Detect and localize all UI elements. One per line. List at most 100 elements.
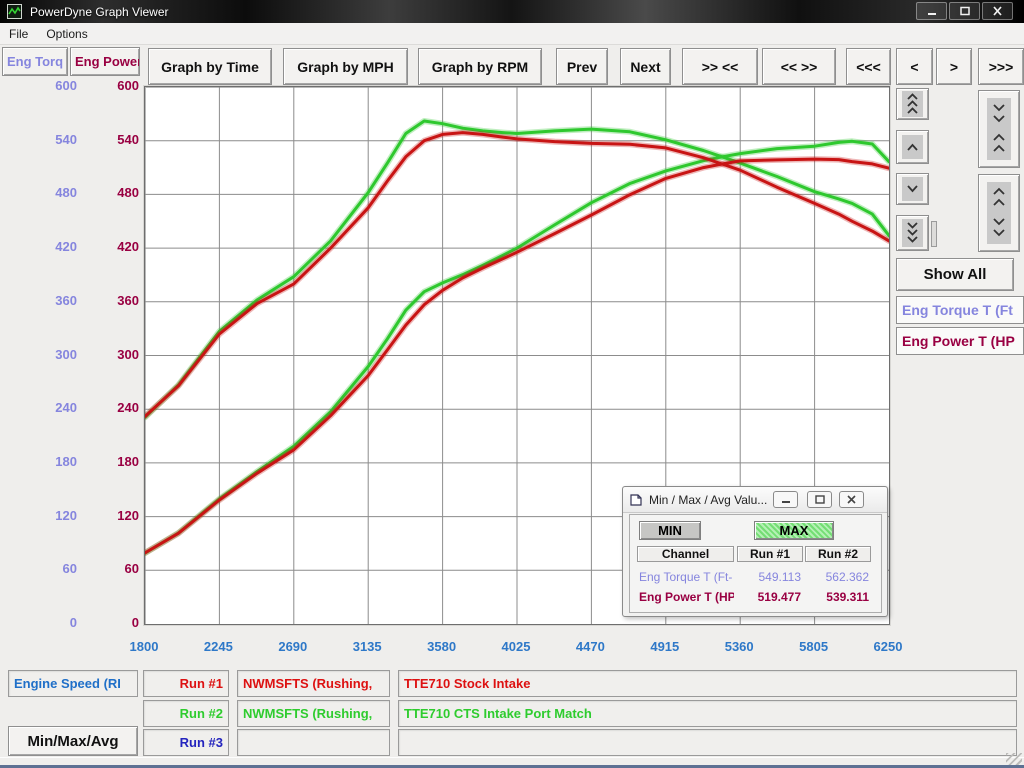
torque-axis-tick-360: 360 (0, 293, 77, 308)
compress-chevrons-icon (987, 98, 1011, 160)
rpm-axis-tick-4025: 4025 (502, 639, 531, 654)
expand-chevrons-icon (987, 182, 1011, 244)
torque-axis-tick-60: 60 (0, 561, 77, 576)
triple-chevron-up-icon (902, 91, 923, 117)
torque-axis-tick-420: 420 (0, 239, 77, 254)
power-axis-tick-120: 120 (0, 508, 139, 523)
minmax-power-run1-value: 519.477 (737, 590, 801, 604)
graph-by-time-button[interactable]: Graph by Time (148, 48, 272, 85)
run3-label[interactable]: Run #3 (143, 729, 229, 756)
torque-axis-tick-540: 540 (0, 132, 77, 147)
expand-scale-button[interactable] (978, 174, 1020, 252)
pan-left-button[interactable]: < (896, 48, 933, 85)
torque-axis-tick-300: 300 (0, 347, 77, 362)
torque-axis-labels: 060120180240300360420480540600 (0, 0, 77, 768)
power-axis-tick-240: 240 (0, 400, 139, 415)
minmax-header-run2: Run #2 (805, 546, 871, 562)
scale-down-fast-button[interactable] (896, 215, 929, 251)
close-button[interactable] (982, 2, 1013, 20)
partial-control-strip (931, 221, 937, 247)
power-axis-tick-600: 600 (0, 78, 139, 93)
minimize-button[interactable] (916, 2, 947, 20)
rpm-axis-tick-4915: 4915 (650, 639, 679, 654)
power-axis-tick-300: 300 (0, 347, 139, 362)
minmax-torque-run1-value: 549.113 (737, 570, 801, 584)
chevron-down-icon (902, 177, 923, 201)
menu-bar: File Options (0, 23, 1024, 45)
title-bar: PowerDyne Graph Viewer (0, 0, 1024, 23)
power-axis-tick-0: 0 (0, 615, 139, 630)
zoom-out-x-button[interactable]: << >> (762, 48, 836, 85)
pan-right-button[interactable]: > (936, 48, 972, 85)
resize-grip[interactable] (1006, 753, 1022, 765)
minmax-torque-run2-value: 562.362 (805, 570, 869, 584)
run1-label[interactable]: Run #1 (143, 670, 229, 697)
chevron-up-icon (902, 135, 923, 159)
compress-scale-button[interactable] (978, 90, 1020, 168)
menu-options[interactable]: Options (37, 25, 96, 43)
power-axis-tick-180: 180 (0, 454, 139, 469)
torque-channel-box[interactable]: Eng Torque T (Ft (896, 296, 1024, 324)
rpm-axis-tick-2245: 2245 (204, 639, 233, 654)
prev-button[interactable]: Prev (556, 48, 608, 85)
x-channel-box[interactable]: Engine Speed (RI (8, 670, 138, 697)
rpm-axis-tick-1800: 1800 (130, 639, 159, 654)
minmax-torque-channel: Eng Torque T (Ft- (639, 570, 734, 584)
minmax-window[interactable]: Min / Max / Avg Valu... MIN MAX Channel … (622, 486, 888, 617)
rpm-axis-tick-3580: 3580 (427, 639, 456, 654)
pan-far-right-button[interactable]: >>> (978, 48, 1024, 85)
window-title: PowerDyne Graph Viewer (30, 5, 169, 19)
rpm-axis-tick-5360: 5360 (725, 639, 754, 654)
power-channel-box[interactable]: Eng Power T (HP (896, 327, 1024, 355)
maximize-button[interactable] (949, 2, 980, 20)
run2-label[interactable]: Run #2 (143, 700, 229, 727)
minmax-window-icon (629, 493, 643, 507)
min-toggle-button[interactable]: MIN (639, 521, 701, 540)
rpm-axis-tick-4470: 4470 (576, 639, 605, 654)
power-axis-tick-540: 540 (0, 132, 139, 147)
next-button[interactable]: Next (620, 48, 671, 85)
run2-description-box: TTE710 CTS Intake Port Match (398, 700, 1017, 727)
tab-eng-torque[interactable]: Eng Torq (2, 47, 68, 76)
torque-axis-tick-180: 180 (0, 454, 77, 469)
run1-operator-box: NWMSFTS (Rushing, (237, 670, 390, 697)
power-axis-tick-60: 60 (0, 561, 139, 576)
rpm-axis-labels: 1800224526903135358040254470491553605805… (144, 639, 890, 657)
rpm-axis-tick-2690: 2690 (278, 639, 307, 654)
graph-by-rpm-button[interactable]: Graph by RPM (418, 48, 542, 85)
graph-by-mph-button[interactable]: Graph by MPH (283, 48, 408, 85)
powerdyne-window: PowerDyne Graph Viewer File Options Eng … (0, 0, 1024, 768)
minmaxavg-button[interactable]: Min/Max/Avg (8, 726, 138, 756)
power-axis-tick-360: 360 (0, 293, 139, 308)
minmax-header-channel: Channel (637, 546, 734, 562)
rpm-axis-tick-6250: 6250 (874, 639, 903, 654)
minmax-maximize-button[interactable] (807, 491, 832, 508)
minmax-header-run1: Run #1 (737, 546, 803, 562)
scale-up-fast-button[interactable] (896, 88, 929, 120)
menu-file[interactable]: File (0, 25, 37, 43)
scale-up-button[interactable] (896, 130, 929, 164)
rpm-axis-tick-3135: 3135 (353, 639, 382, 654)
minmax-minimize-button[interactable] (773, 491, 798, 508)
max-toggle-button[interactable]: MAX (754, 521, 834, 540)
power-axis-labels: 0 60 120 180 240 300 360 420 480 540 600 (0, 0, 139, 768)
minmax-close-button[interactable] (839, 491, 864, 508)
run1-description-box: TTE710 Stock Intake (398, 670, 1017, 697)
tab-eng-power[interactable]: Eng Power (70, 47, 140, 76)
run3-description-box (398, 729, 1017, 756)
torque-axis-tick-480: 480 (0, 185, 77, 200)
rpm-axis-tick-5805: 5805 (799, 639, 828, 654)
zoom-in-x-button[interactable]: >> << (682, 48, 758, 85)
minmax-power-run2-value: 539.311 (805, 590, 869, 604)
scale-down-button[interactable] (896, 173, 929, 205)
torque-axis-tick-0: 0 (0, 615, 77, 630)
run2-operator-box: NWMSFTS (Rushing, (237, 700, 390, 727)
show-all-button[interactable]: Show All (896, 258, 1014, 291)
torque-axis-tick-120: 120 (0, 508, 77, 523)
pan-far-left-button[interactable]: <<< (846, 48, 891, 85)
power-axis-tick-480: 480 (0, 185, 139, 200)
minmax-power-channel: Eng Power T (HP) (639, 590, 734, 604)
app-icon (7, 4, 22, 19)
torque-axis-tick-600: 600 (0, 78, 77, 93)
minmax-window-title: Min / Max / Avg Valu... (649, 493, 767, 507)
